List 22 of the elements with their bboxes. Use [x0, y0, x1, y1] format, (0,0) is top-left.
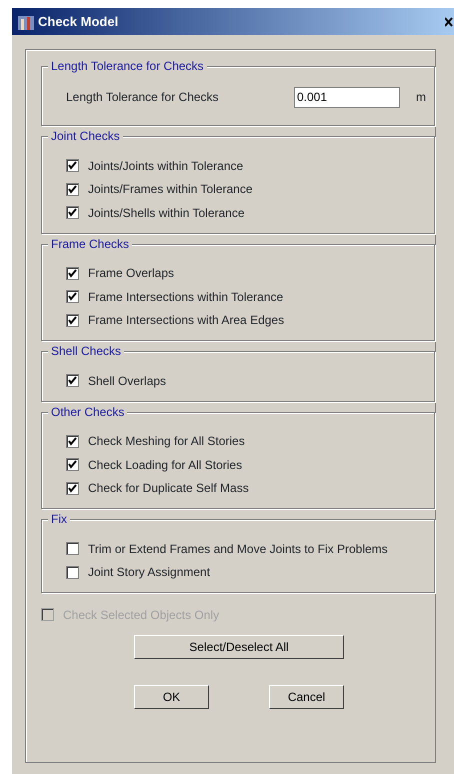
checkbox-label: Check for Duplicate Self Mass [88, 480, 249, 498]
checkbox-label: Frame Intersections within Tolerance [88, 288, 284, 306]
checkbox-label: Shell Overlaps [88, 372, 166, 390]
tolerance-field[interactable]: 0.001 [294, 86, 400, 108]
checkbox-label: Joints/Joints within Tolerance [88, 158, 244, 175]
window-title: Check Model [38, 12, 118, 31]
checkbox-label: Check Meshing for All Stories [88, 433, 245, 450]
checkbox-label: Joints/Frames within Tolerance [88, 181, 253, 198]
group-title: Length Tolerance for Checks [48, 59, 207, 74]
checkbox-label: Joint Story Assignment [88, 564, 210, 582]
group-title: Other Checks [48, 404, 128, 420]
select-all-button[interactable]: Select/Deselect All [134, 634, 344, 658]
checkbox-label: Trim or Extend Frames and Move Joints to Fix Problems [88, 540, 388, 558]
cancel-button[interactable]: Cancel [269, 684, 344, 708]
checkbox-label: Check Loading for All Stories [88, 456, 242, 474]
unit-label: m [416, 89, 426, 106]
checkbox-label: Joints/Shells within Tolerance [88, 204, 245, 222]
group-title: Frame Checks [48, 236, 132, 252]
ok-button[interactable]: OK [134, 684, 209, 708]
checkbox-label: Frame Overlaps [88, 265, 174, 282]
field-label: Length Tolerance for Checks [66, 89, 220, 106]
checkbox-label: Frame Intersections with Area Edges [88, 312, 284, 330]
